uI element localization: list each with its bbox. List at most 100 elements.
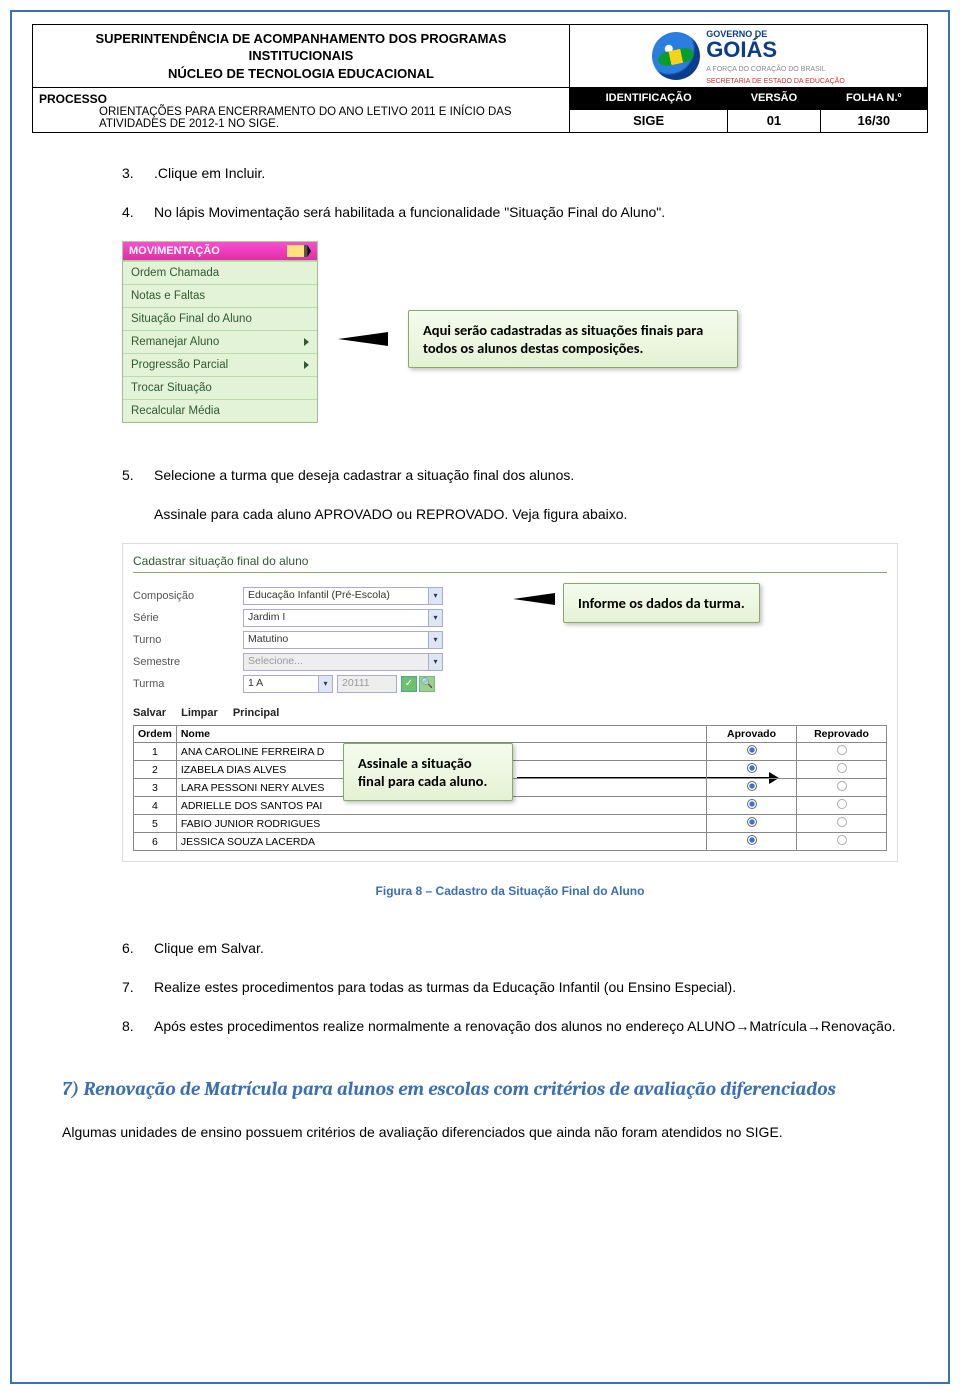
input-turma-code[interactable]: 20111 — [337, 675, 397, 693]
menu-item-recalcular[interactable]: Recalcular Média — [123, 399, 317, 422]
step-text: Após estes procedimentos realize normalm… — [154, 1016, 898, 1037]
radio-reprovado[interactable] — [797, 761, 887, 779]
select-composicao[interactable]: Educação Infantil (Pré-Escola) ▾ — [243, 587, 443, 605]
label-turno: Turno — [133, 634, 243, 646]
org-line-2: INSTITUCIONAIS — [249, 48, 354, 63]
form-button-row: Salvar Limpar Principal — [133, 707, 887, 719]
step-number: 6. — [122, 938, 144, 959]
principal-button[interactable]: Principal — [233, 707, 279, 719]
pencil-icon — [287, 245, 311, 257]
radio-aprovado[interactable] — [707, 779, 797, 797]
table-row: 6JESSICA SOUZA LACERDA — [134, 833, 887, 851]
col-reprovado: Reprovado — [797, 726, 887, 743]
callout-dados-turma: Informe os dados da turma. — [563, 583, 760, 623]
step-text: .Clique em Incluir. — [154, 163, 898, 184]
step-7: 7. Realize estes procedimentos para toda… — [122, 977, 898, 998]
goias-logo-text: GOVERNO DE GOIÁS A FORÇA DO CORAÇÃO DO B… — [706, 27, 845, 85]
radio-reprovado[interactable] — [797, 815, 887, 833]
menu-item-trocar-situacao[interactable]: Trocar Situação — [123, 376, 317, 399]
step-text: Selecione a turma que deseja cadastrar a… — [154, 465, 898, 486]
select-serie[interactable]: Jardim I▾ — [243, 609, 443, 627]
step-number: 4. — [122, 202, 144, 223]
chevron-down-icon: ▾ — [428, 654, 442, 670]
menu-item-remanejar[interactable]: Remanejar Aluno — [123, 330, 317, 353]
step-number: 5. — [122, 465, 144, 486]
select-value: 1 A — [248, 677, 263, 689]
folha-header: FOLHA N.º — [820, 88, 927, 110]
radio-reprovado[interactable] — [797, 743, 887, 761]
folha-value: 16/30 — [820, 109, 927, 132]
row-composicao: Composição Educação Infantil (Pré-Escola… — [133, 587, 887, 605]
radio-aprovado[interactable] — [707, 761, 797, 779]
select-value: 20111 — [342, 677, 370, 689]
step-5b: Assinale para cada aluno APROVADO ou REP… — [122, 504, 898, 525]
section-7-paragraph: Algumas unidades de ensino possuem crité… — [62, 1121, 898, 1143]
radio-reprovado[interactable] — [797, 779, 887, 797]
chevron-right-icon — [304, 338, 309, 346]
content-body: 3. .Clique em Incluir. 4. No lápis Movim… — [32, 133, 928, 1143]
movimentacao-title: MOVIMENTAÇÃO — [129, 245, 220, 257]
page: SUPERINTENDÊNCIA DE ACOMPANHAMENTO DOS P… — [10, 10, 950, 1384]
cell-ordem: 4 — [134, 797, 177, 815]
select-value: Educação Infantil (Pré-Escola) — [248, 589, 390, 601]
menu-item-label: Progressão Parcial — [131, 359, 228, 371]
menu-item-notas-faltas[interactable]: Notas e Faltas — [123, 284, 317, 307]
chevron-down-icon: ▾ — [428, 588, 442, 604]
form-title: Cadastrar situação final do aluno — [133, 550, 887, 573]
col-aprovado: Aprovado — [707, 726, 797, 743]
goias-globe-icon — [652, 32, 700, 80]
step-text: Clique em Salvar. — [154, 938, 898, 959]
document-header: SUPERINTENDÊNCIA DE ACOMPANHAMENTO DOS P… — [32, 24, 928, 133]
step-number: 7. — [122, 977, 144, 998]
limpar-button[interactable]: Limpar — [181, 707, 218, 719]
search-icon[interactable]: 🔍 — [419, 676, 435, 692]
processo-subtitle: ORIENTAÇÕES PARA ENCERRAMENTO DO ANO LET… — [39, 106, 563, 130]
select-value: Selecione... — [248, 655, 303, 667]
processo-cell: PROCESSO ORIENTAÇÕES PARA ENCERRAMENTO D… — [33, 88, 570, 133]
col-ordem: Ordem — [134, 726, 177, 743]
row-semestre: Semestre Selecione... ▾ — [133, 653, 887, 671]
logo-tagline: A FORÇA DO CORAÇÃO DO BRASIL — [706, 66, 825, 73]
menu-item-label: Remanejar Aluno — [131, 336, 219, 348]
chevron-right-icon — [304, 361, 309, 369]
step-number: 8. — [122, 1016, 144, 1037]
radio-reprovado[interactable] — [797, 833, 887, 851]
select-turma[interactable]: 1 A▾ — [243, 675, 333, 693]
salvar-button[interactable]: Salvar — [133, 707, 166, 719]
step-8: 8. Após estes procedimentos realize norm… — [122, 1016, 898, 1037]
menu-item-progressao[interactable]: Progressão Parcial — [123, 353, 317, 376]
menu-item-ordem-chamada[interactable]: Ordem Chamada — [123, 261, 317, 284]
radio-aprovado[interactable] — [707, 743, 797, 761]
callout-situacoes-finais: Aqui serão cadastradas as situações fina… — [408, 310, 738, 368]
movimentacao-header[interactable]: MOVIMENTAÇÃO — [122, 241, 318, 261]
check-icon[interactable]: ✓ — [401, 676, 417, 692]
row-turno: Turno Matutino▾ — [133, 631, 887, 649]
movimentacao-illustration: MOVIMENTAÇÃO Ordem Chamada Notas e Falta… — [122, 241, 898, 437]
versao-value: 01 — [728, 109, 820, 132]
row-serie: Série Jardim I▾ — [133, 609, 887, 627]
cell-nome: JESSICA SOUZA LACERDA — [176, 833, 706, 851]
select-semestre[interactable]: Selecione... ▾ — [243, 653, 443, 671]
identificacao-header: IDENTIFICAÇÃO — [570, 88, 728, 110]
step-text: No lápis Movimentação será habilitada a … — [154, 202, 898, 223]
chevron-down-icon: ▾ — [428, 610, 442, 626]
radio-aprovado[interactable] — [707, 833, 797, 851]
cadastrar-form-mock: Cadastrar situação final do aluno Inform… — [122, 543, 898, 862]
alunos-grid-wrap: Assinale a situação final para cada alun… — [133, 725, 887, 851]
org-line-3: NÚCLEO DE TECNOLOGIA EDUCACIONAL — [168, 66, 434, 81]
select-turno[interactable]: Matutino▾ — [243, 631, 443, 649]
processo-label: PROCESSO — [39, 92, 107, 106]
radio-reprovado[interactable] — [797, 797, 887, 815]
radio-aprovado[interactable] — [707, 797, 797, 815]
cell-ordem: 6 — [134, 833, 177, 851]
radio-aprovado[interactable] — [707, 815, 797, 833]
col-nome: Nome — [176, 726, 706, 743]
label-serie: Série — [133, 612, 243, 624]
logo-state: GOIÁS — [706, 37, 777, 62]
cell-ordem: 1 — [134, 743, 177, 761]
label-semestre: Semestre — [133, 656, 243, 668]
versao-header: VERSÃO — [728, 88, 820, 110]
arrow-left-icon — [513, 593, 555, 605]
step-text: Realize estes procedimentos para todas a… — [154, 977, 898, 998]
menu-item-situacao-final[interactable]: Situação Final do Aluno — [123, 307, 317, 330]
